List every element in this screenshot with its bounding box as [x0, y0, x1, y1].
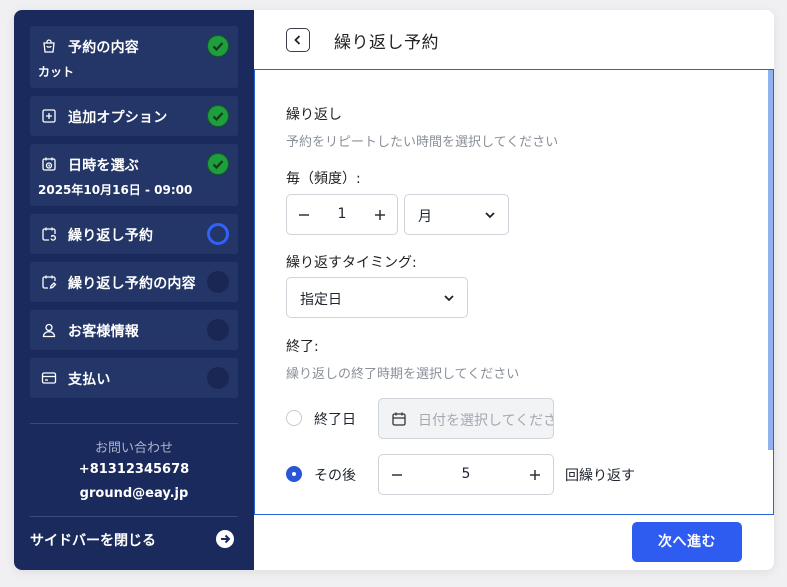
step-pending-indicator	[207, 271, 229, 293]
end-date-radio[interactable]	[286, 410, 302, 426]
timing-label: 繰り返すタイミング:	[286, 255, 417, 271]
bag-icon	[41, 38, 57, 54]
sidebar-step-recurring[interactable]: 繰り返し予約	[30, 214, 238, 254]
step-pending-indicator	[207, 367, 229, 389]
sidebar-step-label: 支払い	[68, 372, 111, 388]
step-current-indicator	[207, 223, 229, 245]
calendar-clock-icon	[41, 156, 57, 172]
sidebar-step-datetime[interactable]: 日時を選ぶ 2025年10月16日 - 09:00	[30, 144, 238, 206]
plus-icon[interactable]	[370, 205, 390, 225]
sidebar-step-label: 日時を選ぶ	[68, 158, 139, 174]
repeat-count-stepper[interactable]: 5	[378, 454, 554, 495]
end-date-input[interactable]: 日付を選択してください	[378, 398, 554, 439]
next-button[interactable]: 次へ進む	[632, 522, 742, 562]
chevron-down-icon	[441, 290, 457, 306]
sidebar-step-customer-info[interactable]: お客様情報	[30, 310, 238, 350]
arrow-right-icon	[216, 530, 234, 548]
sidebar-step-recurring-details[interactable]: 繰り返し予約の内容	[30, 262, 238, 302]
repeat-hint: 予約をリピートしたい時間を選択してください	[286, 135, 559, 150]
sidebar-divider	[30, 516, 238, 517]
chevron-left-icon	[294, 35, 301, 45]
sidebar: 予約の内容 カット 追加オプション 日時を選ぶ 2025年10月16日 - 09…	[14, 10, 254, 570]
calendar-icon	[391, 411, 407, 427]
close-sidebar-label: サイドバーを閉じる	[30, 533, 156, 549]
repeat-heading: 繰り返し	[286, 107, 342, 123]
sidebar-step-sub: 2025年10月16日 - 09:00	[38, 183, 193, 197]
contact-title: お問い合わせ	[94, 441, 173, 456]
sidebar-divider	[30, 423, 238, 424]
sidebar-step-label: 予約の内容	[68, 40, 139, 56]
step-pending-indicator	[207, 319, 229, 341]
repeat-count-suffix: 回繰り返す	[565, 468, 635, 484]
credit-card-icon	[41, 370, 57, 386]
timing-select[interactable]: 指定日	[286, 277, 468, 318]
sidebar-step-label: 追加オプション	[68, 110, 168, 126]
recurring-form-panel: 繰り返し 予約をリピートしたい時間を選択してください 毎（頻度）: 1 月 繰り…	[254, 69, 774, 515]
close-sidebar-button[interactable]: サイドバーを閉じる	[30, 526, 238, 550]
step-done-check-icon	[207, 35, 229, 57]
calendar-edit-icon	[41, 274, 57, 290]
after-count-label[interactable]: その後	[314, 465, 356, 485]
sidebar-step-options[interactable]: 追加オプション	[30, 96, 238, 136]
back-button[interactable]	[286, 28, 310, 52]
frequency-unit-value: 月	[418, 209, 432, 225]
main-content: 繰り返し予約 繰り返し 予約をリピートしたい時間を選択してください 毎（頻度）:…	[254, 10, 774, 570]
frequency-unit-select[interactable]: 月	[404, 194, 509, 235]
chevron-down-icon	[482, 207, 498, 223]
sidebar-step-payment[interactable]: 支払い	[30, 358, 238, 398]
step-done-check-icon	[207, 153, 229, 175]
sidebar-step-sub: カット	[38, 65, 75, 79]
sidebar-step-label: 繰り返し予約の内容	[68, 276, 196, 292]
end-date-label[interactable]: 終了日	[314, 409, 356, 429]
frequency-stepper[interactable]: 1	[286, 194, 398, 235]
plus-square-icon	[41, 108, 57, 124]
step-done-check-icon	[207, 105, 229, 127]
plus-icon[interactable]	[525, 465, 545, 485]
sidebar-step-booking-details[interactable]: 予約の内容 カット	[30, 26, 238, 88]
sidebar-step-label: お客様情報	[68, 324, 139, 340]
contact-email[interactable]: ground@eay.jp	[30, 486, 238, 501]
user-icon	[41, 322, 57, 338]
after-count-radio[interactable]	[286, 466, 302, 482]
end-hint: 繰り返しの終了時期を選択してください	[286, 367, 520, 382]
panel-scrollbar[interactable]	[768, 70, 773, 450]
end-label: 終了:	[286, 339, 319, 355]
timing-value: 指定日	[300, 292, 342, 308]
contact-phone[interactable]: +81312345678	[30, 462, 238, 477]
frequency-label: 毎（頻度）:	[286, 171, 361, 187]
calendar-repeat-icon	[41, 226, 57, 242]
booking-window: 予約の内容 カット 追加オプション 日時を選ぶ 2025年10月16日 - 09…	[14, 10, 774, 570]
page-title: 繰り返し予約	[334, 33, 439, 53]
sidebar-step-label: 繰り返し予約	[68, 228, 154, 244]
end-date-placeholder: 日付を選択してください	[418, 413, 553, 429]
